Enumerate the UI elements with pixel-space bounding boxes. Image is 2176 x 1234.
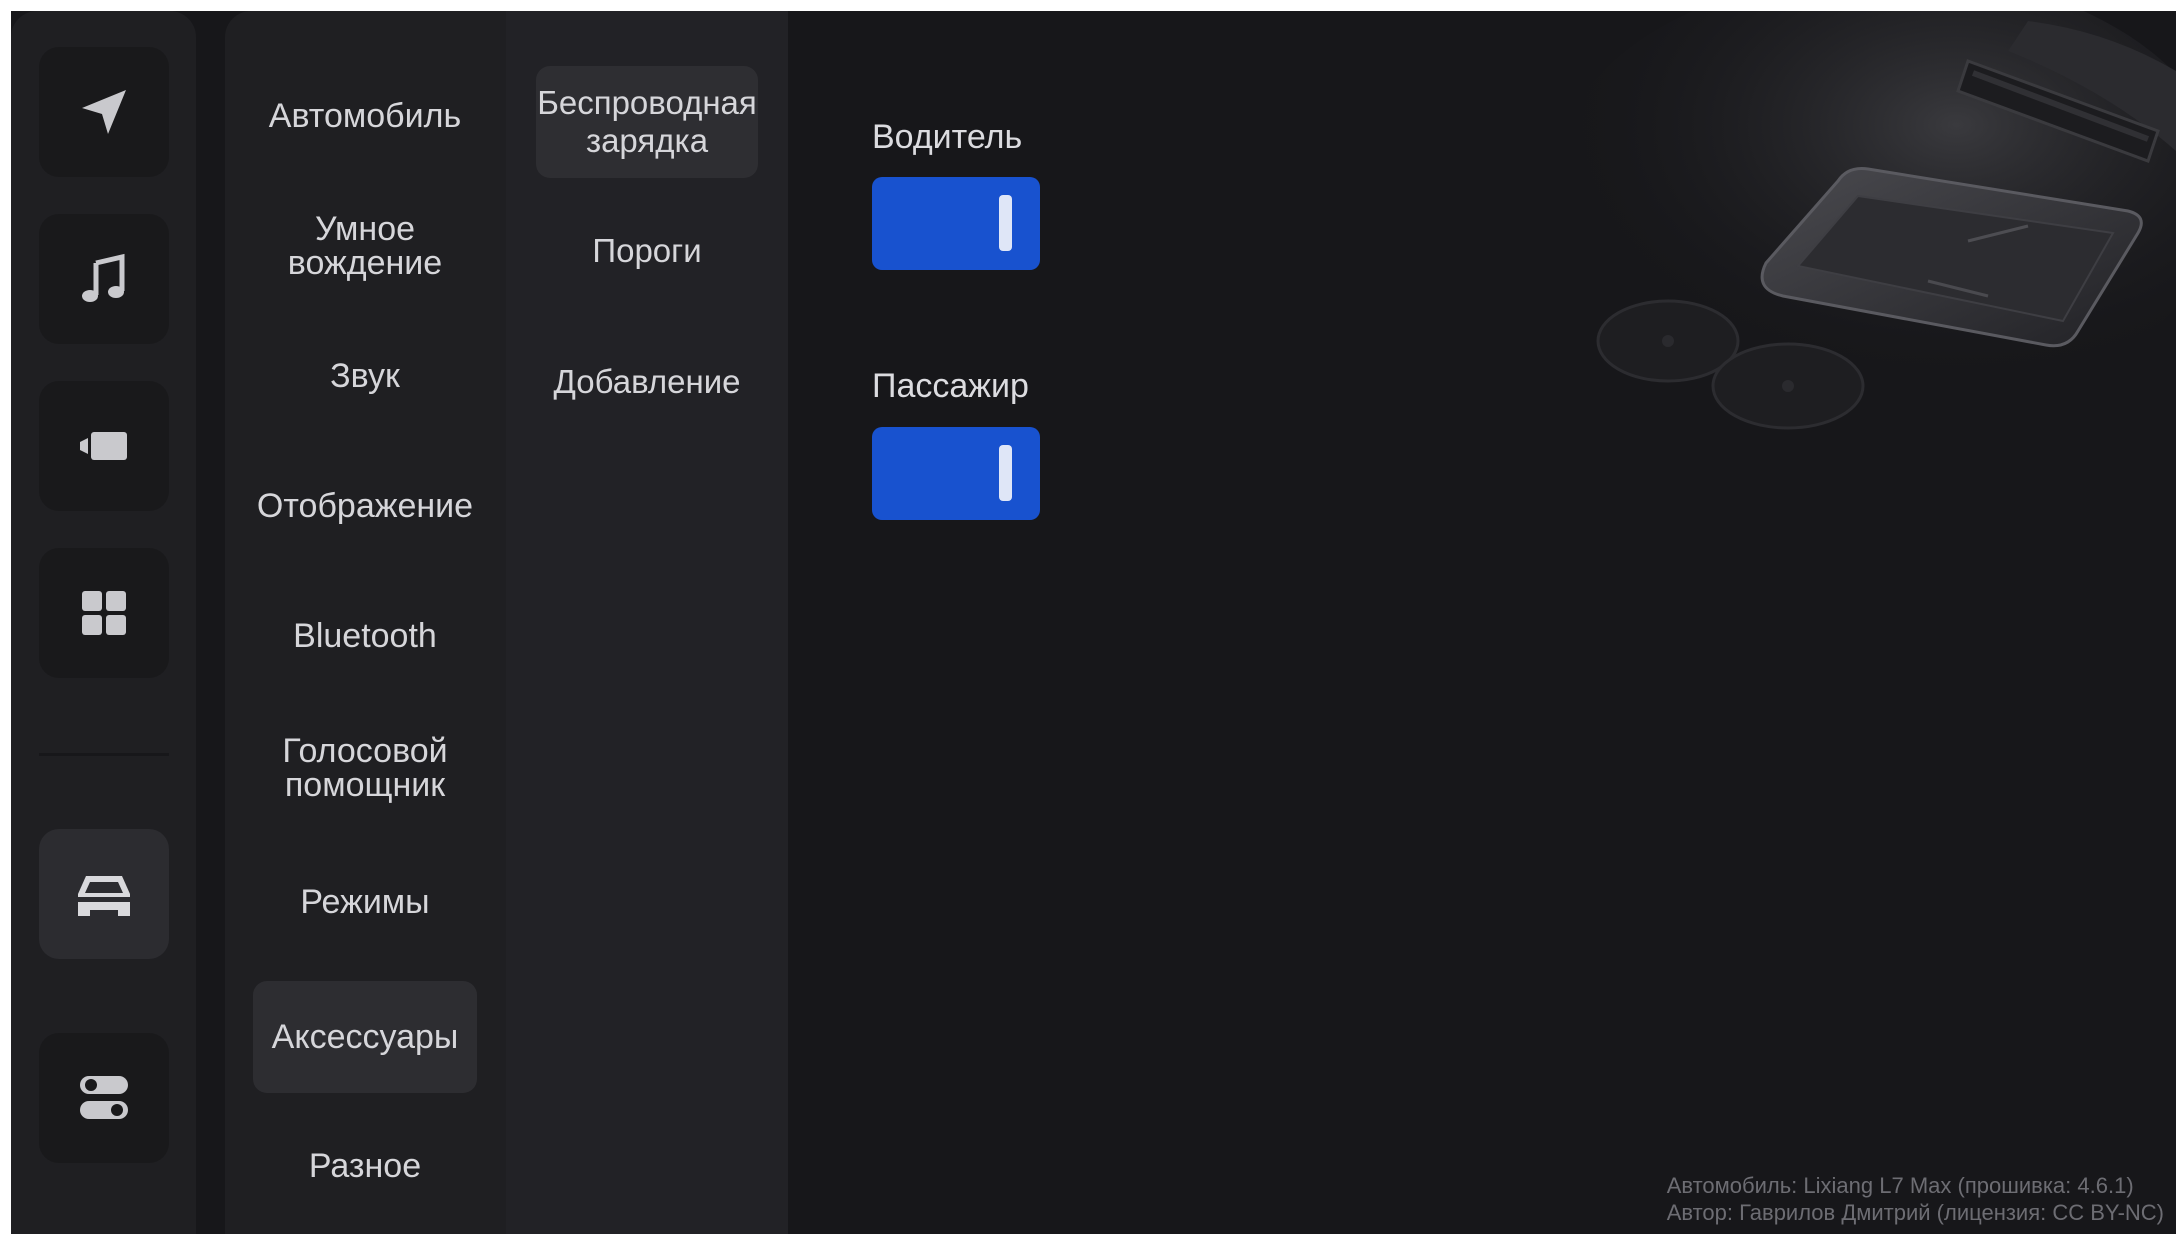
- menu-item-smart-driving[interactable]: Умное вождение: [253, 211, 477, 281]
- accessories-submenu: Беспроводная зарядка Пороги Добавление: [506, 11, 788, 1234]
- toggle-knob: [999, 195, 1012, 251]
- menu-item-misc[interactable]: Разное: [253, 1131, 477, 1201]
- driver-charging-toggle[interactable]: [872, 177, 1040, 270]
- navigation-button[interactable]: [39, 47, 169, 177]
- controls-button[interactable]: [39, 1033, 169, 1163]
- music-button[interactable]: [39, 214, 169, 344]
- video-camera-icon: [80, 432, 127, 460]
- video-button[interactable]: [39, 381, 169, 511]
- menu-item-vehicle[interactable]: Автомобиль: [253, 81, 477, 151]
- menu-item-bluetooth[interactable]: Bluetooth: [253, 601, 477, 671]
- screen: Автомобиль Умное вождение Звук Отображен…: [11, 11, 2176, 1234]
- wireless-charger-illustration: [1548, 11, 2176, 430]
- menu-item-sound[interactable]: Звук: [253, 341, 477, 411]
- footer-info: Автомобиль: Lixiang L7 Max (прошивка: 4.…: [1667, 1172, 2164, 1226]
- navigation-arrow-icon: [82, 90, 126, 134]
- apps-grid-icon: [82, 591, 126, 635]
- settings-category-menu: Автомобиль Умное вождение Звук Отображен…: [225, 11, 515, 1234]
- car-icon: [76, 876, 132, 916]
- toggle-knob: [999, 445, 1012, 501]
- submenu-item-wireless-charging[interactable]: Беспроводная зарядка: [536, 66, 758, 178]
- menu-item-modes[interactable]: Режимы: [253, 867, 477, 937]
- car-settings-button[interactable]: [39, 829, 169, 959]
- content-area: Водитель Пассажир Автомобиль: Lixiang L7…: [788, 11, 2176, 1234]
- menu-item-voice-assistant[interactable]: Голосовой помощник: [253, 733, 477, 803]
- footer-author-info: Автор: Гаврилов Дмитрий (лицензия: CC BY…: [1666, 1200, 2164, 1225]
- icon-rail: [11, 11, 196, 1234]
- passenger-charging-toggle[interactable]: [872, 427, 1040, 520]
- rail-divider: [39, 753, 169, 756]
- toggles-settings-icon: [80, 1076, 128, 1119]
- submenu-item-add[interactable]: Добавление: [536, 347, 758, 417]
- menu-item-display[interactable]: Отображение: [253, 471, 477, 541]
- footer-vehicle-info: Автомобиль: Lixiang L7 Max (прошивка: 4.…: [1666, 1173, 2134, 1198]
- submenu-item-running-boards[interactable]: Пороги: [536, 216, 758, 286]
- driver-label: Водитель: [872, 118, 1023, 156]
- music-note-icon: [82, 253, 125, 302]
- passenger-label: Пассажир: [872, 367, 1029, 405]
- apps-button[interactable]: [39, 548, 169, 678]
- menu-item-accessories[interactable]: Аксессуары: [253, 981, 477, 1093]
